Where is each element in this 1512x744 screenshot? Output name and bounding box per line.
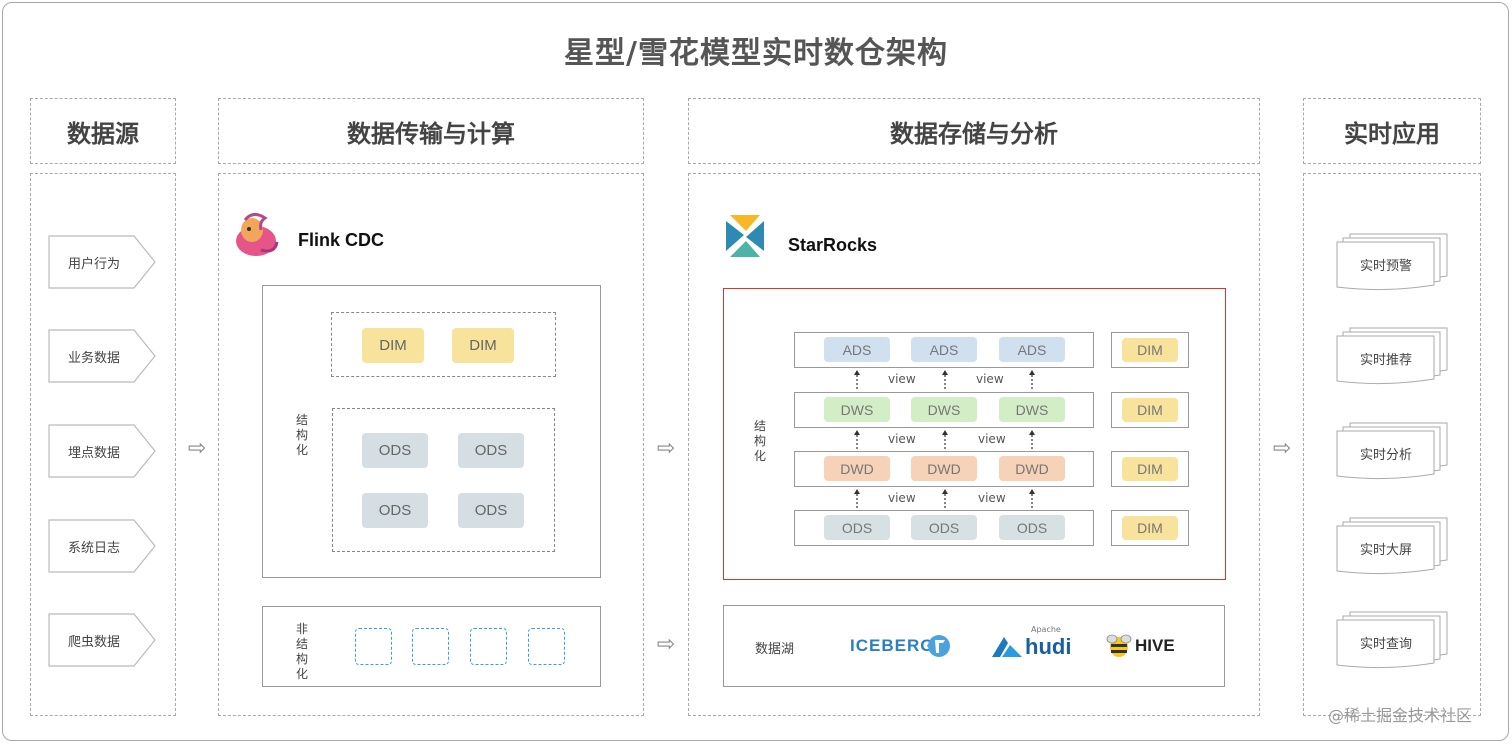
unstructured-item [528,628,565,665]
dim-chip: DIM [1122,338,1178,362]
source-item: 业务数据 [48,329,156,383]
flow-arrow-icon: ⇨ [656,632,676,657]
view-label: view [888,491,916,505]
dim-chip: DIM [1122,398,1178,422]
ods-chip: ODS [911,515,977,540]
hudi-icon [992,637,1022,657]
storage-structured-label: 结构化 [753,419,766,463]
view-arrow-icon [942,370,948,389]
view-label: view [888,432,916,446]
view-arrow-icon [854,370,860,389]
view-label: view [978,432,1006,446]
ods-chip: ODS [362,433,428,468]
dwd-chip: DWD [999,456,1065,481]
diagram-title: 星型/雪花模型实时数仓架构 [564,36,948,71]
dim-chip: DIM [1122,457,1178,481]
column-header-source: 数据源 [30,98,176,164]
dim-chip: DIM [452,328,514,363]
hive-logo: HIVE [1135,636,1175,655]
dwd-chip: DWD [911,456,977,481]
compute-structured-label: 结构化 [295,413,308,457]
view-arrow-icon [942,430,948,449]
flow-arrow-icon: ⇨ [656,436,676,461]
source-item: 系统日志 [48,519,156,573]
view-arrow-icon [854,489,860,508]
ods-group [332,408,555,552]
ads-chip: ADS [999,337,1065,362]
unstructured-item [470,628,507,665]
ods-chip: ODS [999,515,1065,540]
ads-chip: ADS [824,337,890,362]
app-item: 实时分析 [1336,422,1448,482]
dws-chip: DWS [911,397,977,422]
hudi-small-label: Apache [1031,625,1061,634]
app-item: 实时查询 [1336,611,1448,671]
flow-arrow-icon: ⇨ [187,436,207,461]
starrocks-brand: StarRocks [788,235,878,255]
column-header-storage: 数据存储与分析 [688,98,1260,164]
dwd-chip: DWD [824,456,890,481]
flink-cdc-brand: Flink CDC [298,230,385,250]
view-arrow-icon [854,430,860,449]
starrocks-logo-icon [724,213,766,259]
dim-chip: DIM [1122,516,1178,540]
app-item: 实时推荐 [1336,327,1448,387]
dws-chip: DWS [824,397,890,422]
flink-logo-icon [231,210,281,260]
ods-chip: ODS [458,433,524,468]
flow-arrow-icon: ⇨ [1272,436,1292,461]
source-item: 爬虫数据 [48,613,156,667]
hive-bee-icon [1106,634,1132,657]
column-header-compute: 数据传输与计算 [218,98,644,164]
source-item: 埋点数据 [48,424,156,478]
hudi-logo: hudi [1025,634,1072,659]
dws-chip: DWS [999,397,1065,422]
unstructured-item [355,628,392,665]
ads-chip: ADS [911,337,977,362]
view-arrow-icon [1029,430,1035,449]
view-arrow-icon [942,489,948,508]
view-label: view [976,372,1004,386]
unstructured-item [412,628,449,665]
column-header-apps: 实时应用 [1303,98,1481,164]
app-item: 实时预警 [1336,233,1448,293]
ods-chip: ODS [824,515,890,540]
watermark: @稀土掘金技术社区 [1328,706,1473,725]
view-label: view [978,491,1006,505]
ods-chip: ODS [458,493,524,528]
iceberg-icon [928,635,950,657]
data-lake-label: 数据湖 [755,642,795,657]
source-item: 用户行为 [48,235,156,289]
view-arrow-icon [1029,370,1035,389]
view-label: view [888,372,916,386]
ods-chip: ODS [362,493,428,528]
app-item: 实时大屏 [1336,517,1448,577]
dim-chip: DIM [362,328,424,363]
iceberg-logo: ICEBERG [850,636,935,655]
compute-unstructured-label: 非结构化 [295,622,308,681]
view-arrow-icon [1029,489,1035,508]
